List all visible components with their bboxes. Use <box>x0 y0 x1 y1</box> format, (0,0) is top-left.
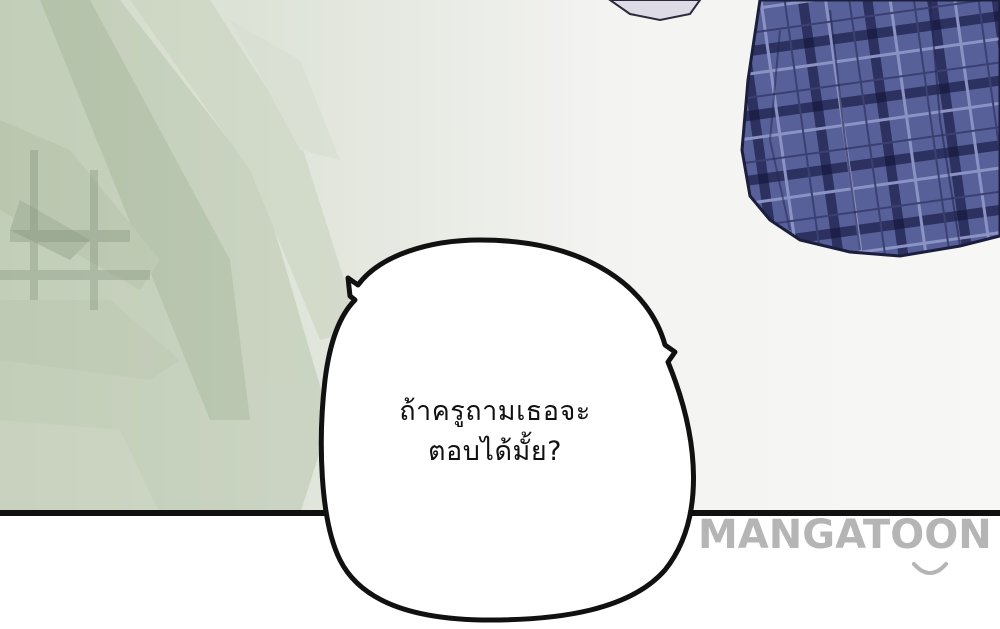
speech-line-2: ตอบได้มั้ย? <box>428 436 562 467</box>
watermark-text: MANGATOON <box>698 512 992 558</box>
speech-bubble-text: ถ้าครูถามเธอจะ ตอบได้มั้ย? <box>360 392 630 472</box>
smile-icon <box>912 562 948 575</box>
speech-line-1: ถ้าครูถามเธอจะ <box>399 396 591 427</box>
comic-page: ถ้าครูถามเธอจะ ตอบได้มั้ย? MANGATOON <box>0 0 1000 629</box>
mangatoon-watermark: MANGATOON <box>698 512 998 582</box>
